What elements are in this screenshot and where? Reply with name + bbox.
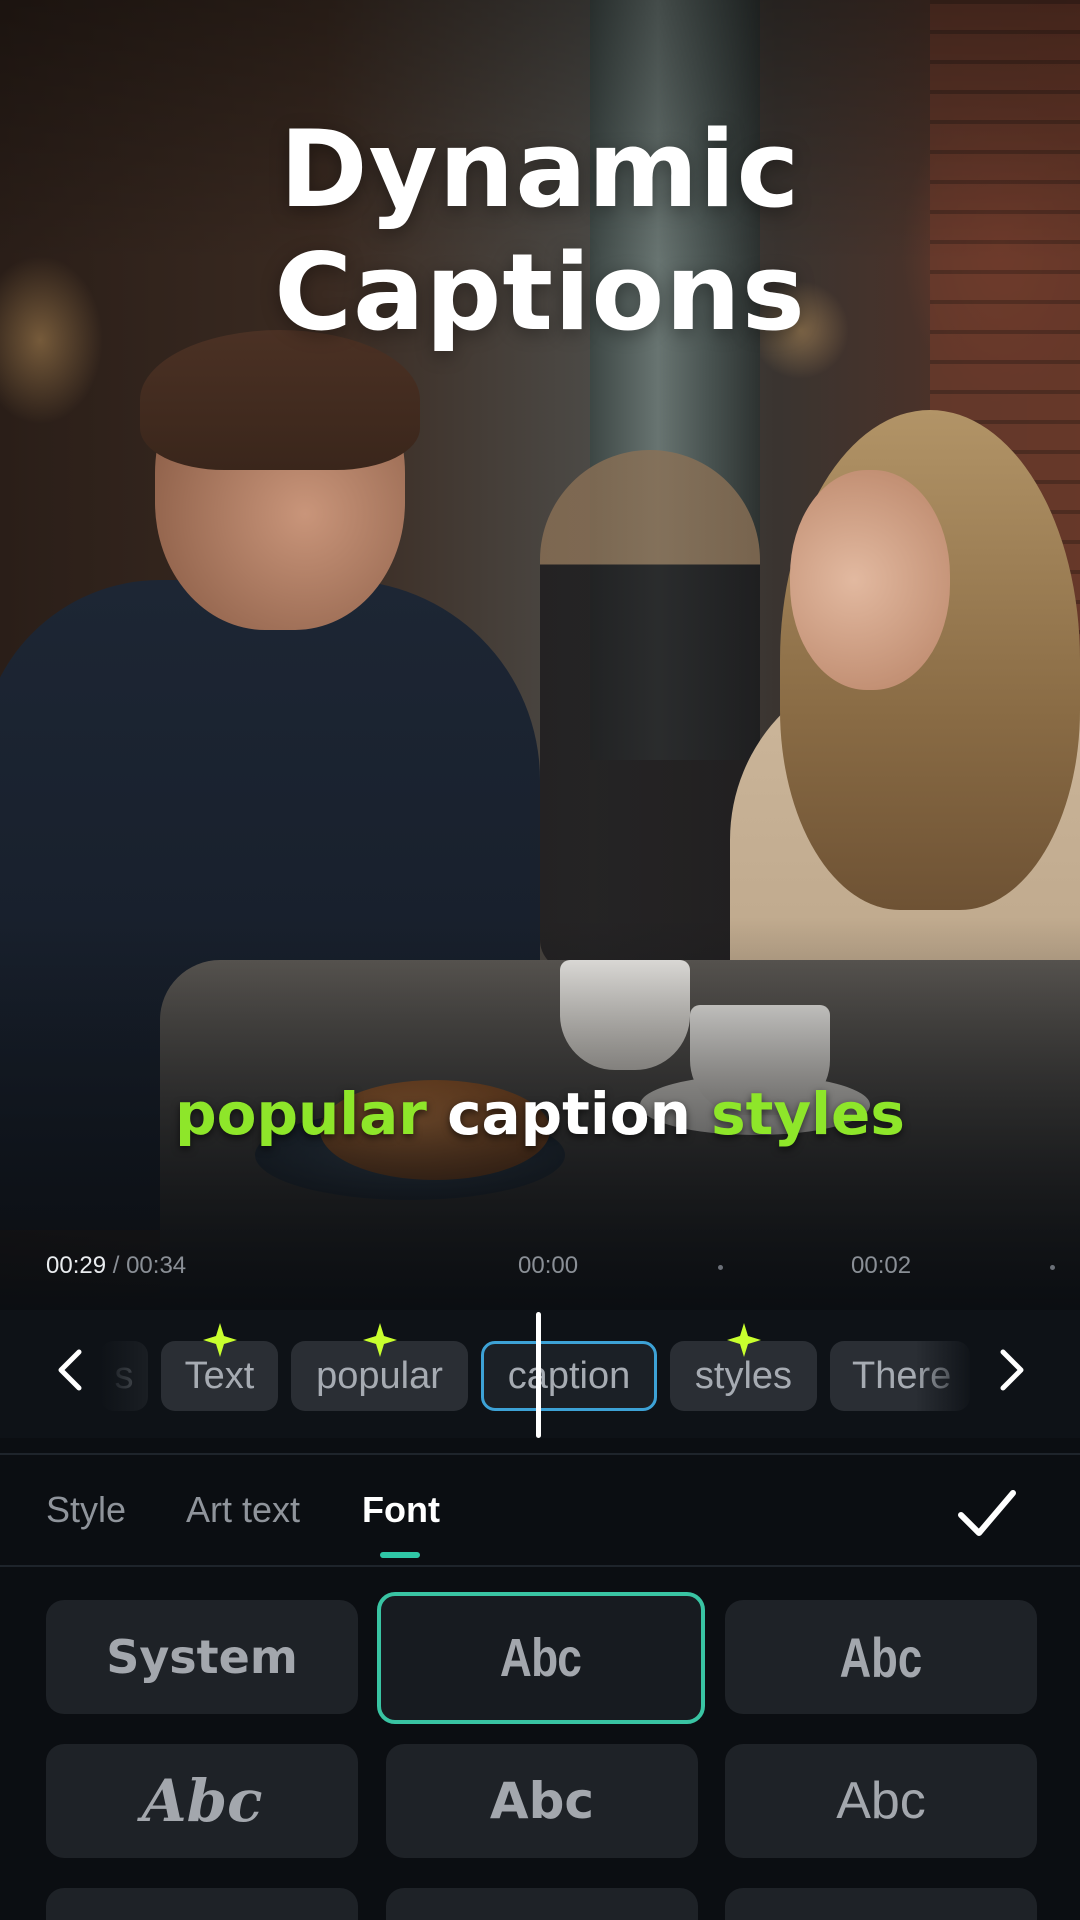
time-ruler: 00:29 / 00:34 00:00 00:02 — [0, 1248, 1080, 1288]
sparkle-icon — [726, 1323, 761, 1357]
font-grid: System Abc Abc Abc Abc Abc — [0, 1567, 1080, 1920]
tab-font[interactable]: Font — [362, 1489, 440, 1531]
font-tile[interactable]: Abc — [386, 1744, 698, 1858]
word-chip[interactable]: styles — [670, 1323, 817, 1411]
word-chip[interactable]: Text — [161, 1323, 278, 1411]
sparkle-icon — [202, 1323, 237, 1357]
word-chip[interactable]: popular — [291, 1323, 468, 1411]
ruler-tick-label: 00:00 — [518, 1252, 579, 1279]
font-tile[interactable] — [386, 1888, 698, 1920]
ruler-tick-label: 00:02 — [851, 1252, 912, 1279]
caption-overlay[interactable]: popular caption styles — [0, 1080, 1080, 1148]
time-separator: / — [106, 1252, 127, 1279]
total-time: 00:34 — [126, 1252, 187, 1279]
word-chip-label: caption — [507, 1354, 631, 1397]
current-time: 00:29 — [46, 1252, 107, 1279]
tab-art-text[interactable]: Art text — [186, 1489, 300, 1531]
track-fade-right — [915, 1310, 975, 1438]
font-tile-selected[interactable]: Abc — [377, 1592, 705, 1724]
track-fade-left — [100, 1310, 160, 1438]
font-preview: Abc — [500, 1628, 582, 1688]
font-tile[interactable] — [725, 1888, 1037, 1920]
font-preview: Abc — [836, 1772, 926, 1830]
ruler-tick-dot — [718, 1265, 723, 1270]
caption-word: popular — [175, 1080, 427, 1148]
font-preview: Abc — [839, 1625, 923, 1689]
tab-style[interactable]: Style — [46, 1489, 126, 1531]
checkmark-icon[interactable] — [955, 1485, 1019, 1541]
font-preview: Abc — [141, 1767, 263, 1835]
word-chip-label: popular — [316, 1354, 443, 1397]
font-preview: System — [106, 1630, 298, 1684]
ruler-tick-dot — [1050, 1265, 1055, 1270]
editor-tabbar: Style Art text Font — [0, 1455, 1080, 1565]
font-tile[interactable]: Abc — [725, 1744, 1037, 1858]
font-tile[interactable] — [46, 1888, 358, 1920]
active-tab-indicator — [380, 1552, 420, 1558]
playhead[interactable] — [536, 1312, 541, 1438]
font-tile-system[interactable]: System — [46, 1600, 358, 1714]
word-chip-selected[interactable]: caption — [481, 1341, 657, 1411]
caption-word: caption — [447, 1080, 691, 1148]
font-preview: Abc — [489, 1772, 595, 1830]
font-tile[interactable]: Abc — [46, 1744, 358, 1858]
font-tile[interactable]: Abc — [725, 1600, 1037, 1714]
headline-title: Dynamic Captions — [274, 108, 806, 354]
word-chip-label: Text — [184, 1354, 255, 1397]
word-chip-label: styles — [694, 1354, 793, 1397]
sparkle-icon — [362, 1323, 397, 1357]
playback-time: 00:29 / 00:34 — [46, 1252, 186, 1280]
chevron-left-icon[interactable] — [40, 1340, 100, 1400]
chevron-right-icon[interactable] — [982, 1340, 1042, 1400]
video-preview[interactable]: Dynamic Captions popular caption styles … — [0, 0, 1080, 1310]
caption-word: styles — [711, 1080, 905, 1148]
